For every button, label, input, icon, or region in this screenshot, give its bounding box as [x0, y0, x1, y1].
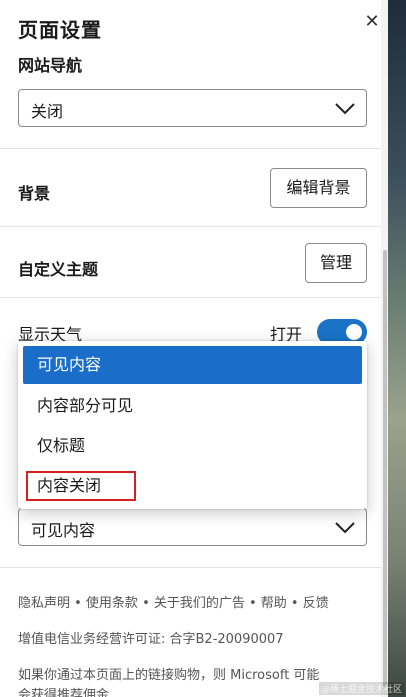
watermark: @稀土掘金技术社区 — [318, 682, 404, 695]
manage-theme-button[interactable]: 管理 — [305, 243, 367, 283]
toggle-knob — [346, 324, 362, 340]
site-nav-value: 关闭 — [31, 102, 64, 121]
custom-theme-label: 自定义主题 — [18, 260, 99, 279]
divider — [0, 297, 388, 298]
option-titles-only[interactable]: 仅标题 — [23, 427, 362, 465]
divider — [0, 148, 388, 149]
content-visibility-value: 可见内容 — [31, 521, 96, 540]
license-text: 增值电信业务经营许可证: 合字B2-20090007 — [18, 632, 284, 647]
close-icon[interactable]: ✕ — [362, 12, 382, 32]
background-label: 背景 — [18, 184, 51, 203]
footer-links[interactable]: 隐私声明 • 使用条款 • 关于我们的广告 • 帮助 • 反馈 — [18, 592, 329, 611]
content-visibility-select[interactable]: 可见内容 — [18, 508, 367, 546]
divider — [0, 226, 388, 227]
background-image-strip — [388, 0, 406, 697]
annotation-highlight-box — [26, 471, 136, 501]
referral-note-line1: 如果你通过本页面上的链接购物，则 Microsoft 可能 — [18, 668, 320, 683]
page-settings-panel: 页面设置 ✕ 网站导航 关闭 背景 编辑背景 自定义主题 管理 显示天气 打开 … — [0, 0, 388, 697]
site-nav-label: 网站导航 — [18, 56, 83, 75]
option-visible-content[interactable]: 可见内容 — [23, 346, 362, 384]
divider — [0, 567, 388, 568]
scrollbar-thumb[interactable] — [383, 250, 387, 687]
site-nav-select[interactable]: 关闭 — [18, 89, 367, 127]
option-partially-visible[interactable]: 内容部分可见 — [23, 387, 362, 425]
chevron-down-icon — [335, 522, 355, 534]
referral-note-line2: 会获得推荐佣金 — [18, 688, 110, 697]
edit-background-button[interactable]: 编辑背景 — [270, 168, 367, 208]
panel-title: 页面设置 — [18, 18, 102, 42]
chevron-down-icon — [335, 103, 355, 115]
